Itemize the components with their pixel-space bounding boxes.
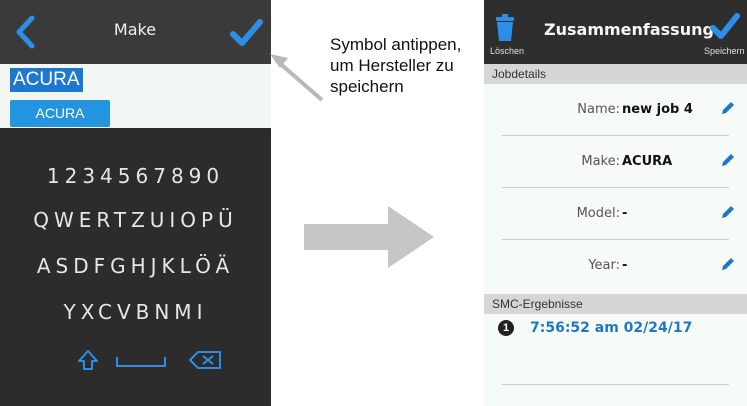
screen-title: Zusammenfassung (544, 20, 714, 39)
field-label: Model: (576, 206, 620, 221)
leader-arrowhead (270, 54, 288, 68)
save-checkmark-icon[interactable] (710, 10, 740, 42)
callout-text: Symbol antippen, um Hersteller zu speich… (330, 35, 462, 96)
field-value: ACURA (622, 154, 673, 169)
section-header-smc: SMC-Ergebnisse (484, 294, 747, 314)
space-icon[interactable] (116, 354, 166, 368)
result-number-badge: 1 (498, 320, 514, 336)
keyboard-row-digits[interactable]: 1234567890 (0, 164, 271, 188)
keyboard-screen: Make ACURA ACURA 1234567890 QWERTZUIOPÜ … (0, 0, 271, 406)
result-timestamp-link[interactable]: 7:56:52 am 02/24/17 (530, 320, 692, 336)
field-row-year[interactable]: Year: - (484, 240, 747, 292)
field-value: new job 4 (622, 102, 693, 117)
section-header-jobdetails: Jobdetails (484, 64, 747, 84)
trash-icon[interactable] (494, 14, 516, 42)
field-row-name[interactable]: Name: new job 4 (484, 84, 747, 136)
edit-pencil-icon[interactable] (720, 256, 736, 272)
make-input[interactable]: ACURA (10, 68, 83, 92)
screen-title: Make (113, 20, 157, 39)
keyboard-row-2[interactable]: ASDFGHJKLÖÄ (0, 254, 271, 278)
field-row-make[interactable]: Make: ACURA (484, 136, 747, 188)
field-label: Make: (581, 154, 620, 169)
delete-label[interactable]: Löschen (490, 46, 524, 56)
field-value: - (622, 258, 628, 273)
field-label: Name: (577, 102, 620, 117)
leader-line (274, 58, 324, 102)
edit-pencil-icon[interactable] (720, 100, 736, 116)
backspace-icon[interactable] (188, 348, 222, 372)
field-label: Year: (588, 258, 620, 273)
edit-pencil-icon[interactable] (720, 152, 736, 168)
divider (502, 384, 729, 385)
field-row-model[interactable]: Model: - (484, 188, 747, 240)
edit-pencil-icon[interactable] (720, 204, 736, 220)
keyboard-row-3[interactable]: YXCVBNMI (0, 300, 271, 324)
keyboard-row-1[interactable]: QWERTZUIOPÜ (0, 208, 271, 232)
back-arrow-icon[interactable] (8, 10, 44, 54)
summary-screen: Löschen Zusammenfassung Speichern Jobdet… (484, 0, 747, 406)
save-label[interactable]: Speichern (704, 46, 745, 56)
shift-icon[interactable] (76, 348, 100, 372)
suggestion-button[interactable]: ACURA (10, 100, 110, 127)
checkmark-icon[interactable] (228, 12, 264, 52)
field-value: - (622, 206, 628, 221)
transition-arrow-icon (304, 206, 434, 268)
